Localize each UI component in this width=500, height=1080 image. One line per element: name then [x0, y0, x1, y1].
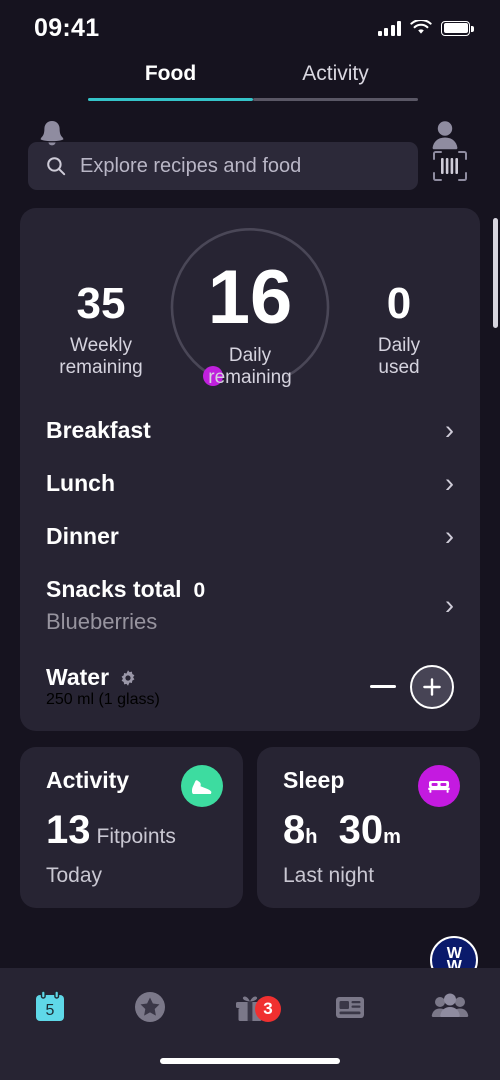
search-placeholder: Explore recipes and food — [80, 154, 302, 177]
daily-remaining-label-line2: remaining — [208, 367, 292, 389]
activity-tile[interactable]: Activity 13 Fitpoints Today — [20, 747, 243, 908]
sleep-tile[interactable]: Sleep 8h 30m Last night — [257, 747, 480, 908]
activity-fitpoints-value: 13 — [46, 808, 91, 852]
search-row: Explore recipes and food — [0, 142, 500, 190]
daily-used-label-line2: used — [378, 357, 420, 379]
nav-item-rewards[interactable]: 3 — [200, 988, 300, 1026]
tab-food[interactable]: Food — [88, 56, 253, 98]
status-bar-icons — [377, 20, 474, 36]
weekly-remaining-label: Weekly remaining — [46, 335, 156, 380]
snacks-title-row: Snacks total 0 — [46, 576, 205, 603]
battery-icon — [441, 20, 474, 36]
meal-row-dinner[interactable]: Dinner › — [46, 510, 454, 563]
water-title: Water — [46, 664, 110, 690]
meal-title-snacks: Snacks total — [46, 576, 182, 602]
home-indicator — [160, 1058, 340, 1064]
daily-used-label: Daily used — [344, 335, 454, 380]
wifi-icon — [410, 20, 432, 34]
news-article-icon — [336, 997, 364, 1018]
bottom-nav: 5 3 — [0, 968, 500, 1080]
sleep-minutes-unit: m — [383, 826, 401, 848]
sleep-tile-value-row: 8h 30m — [283, 810, 458, 850]
running-shoe-icon — [181, 765, 223, 807]
chevron-right-icon: › — [445, 521, 454, 551]
water-title-row: Water — [46, 664, 160, 691]
status-bar: 09:41 — [0, 0, 500, 56]
sleep-tile-footer: Last night — [283, 864, 375, 887]
meal-title-breakfast: Breakfast — [46, 417, 151, 443]
stat-weekly-remaining: 35 Weekly remaining — [46, 224, 156, 380]
water-text-block: Water 250 ml (1 glass) — [46, 664, 160, 709]
chevron-right-icon: › — [445, 468, 454, 498]
summary-tiles: Activity 13 Fitpoints Today Sleep 8h 30m … — [20, 747, 480, 908]
points-ring: 35 Weekly remaining 16 Daily remaining 0 — [46, 224, 454, 404]
weekly-remaining-value: 35 — [76, 279, 126, 328]
people-group-icon — [431, 993, 469, 1017]
daily-used-value: 0 — [386, 279, 412, 328]
daily-remaining-label-line1: Daily — [228, 345, 272, 366]
activity-tile-value-row: 13 Fitpoints — [46, 810, 221, 850]
tab-activity[interactable]: Activity — [253, 56, 418, 98]
snacks-text-block: Snacks total 0 Blueberries — [46, 576, 205, 635]
status-bar-clock: 09:41 — [34, 13, 100, 42]
tab-underline-inactive — [253, 98, 418, 101]
page-scrollbar[interactable] — [493, 218, 498, 328]
daily-remaining-value: 16 — [207, 255, 293, 340]
meal-title-lunch: Lunch — [46, 470, 115, 496]
meal-row-breakfast[interactable]: Breakfast › — [46, 404, 454, 457]
sleep-minutes-value: 30 — [338, 808, 384, 852]
chevron-right-icon: › — [445, 415, 454, 445]
profile-avatar-icon[interactable] — [428, 118, 462, 157]
daily-remaining-label: Daily remaining — [175, 345, 325, 390]
star-circle-icon — [135, 992, 165, 1022]
nav-item-community[interactable] — [400, 988, 500, 1026]
points-stats: 35 Weekly remaining 16 Daily remaining 0 — [46, 224, 454, 404]
meal-row-snacks[interactable]: Snacks total 0 Blueberries › — [46, 563, 454, 648]
gear-icon[interactable] — [119, 669, 137, 687]
meal-title-dinner: Dinner — [46, 523, 119, 549]
weekly-label-line2: remaining — [59, 357, 143, 379]
search-input[interactable]: Explore recipes and food — [28, 142, 418, 190]
meal-row-lunch[interactable]: Lunch › — [46, 457, 454, 510]
top-tabs: Food Activity — [88, 56, 418, 101]
rewards-badge: 3 — [255, 996, 281, 1022]
tab-underline-active — [88, 98, 253, 101]
chevron-right-icon: › — [445, 590, 454, 620]
stat-daily-remaining: 16 Daily remaining — [175, 224, 325, 390]
water-row: Water 250 ml (1 glass) — [46, 648, 454, 709]
app-header: Food Activity — [0, 56, 500, 150]
calendar-icon: 5 — [36, 990, 64, 1021]
activity-tile-footer: Today — [46, 864, 103, 887]
water-amount: 250 ml (1 glass) — [46, 691, 160, 708]
nav-item-articles[interactable] — [300, 988, 400, 1026]
calendar-day-number: 5 — [46, 1002, 55, 1019]
nav-item-calendar[interactable]: 5 — [0, 988, 100, 1026]
search-icon — [47, 157, 66, 176]
plus-icon — [423, 677, 441, 696]
weekly-label-line1: Weekly — [70, 335, 132, 356]
sleep-hours-unit: h — [305, 826, 318, 848]
bed-icon — [418, 765, 460, 807]
daily-used-label-line1: Daily — [377, 335, 421, 356]
notification-bell-icon[interactable] — [36, 118, 68, 157]
app-screen: 09:41 Food Activity Explore recipes and … — [0, 0, 500, 1080]
bottom-nav-items: 5 3 — [0, 968, 500, 1046]
snacks-subtitle: Blueberries — [46, 609, 158, 634]
stat-daily-used: 0 Daily used — [344, 224, 454, 380]
activity-fitpoints-unit: Fitpoints — [96, 825, 176, 848]
signal-bars-icon — [377, 20, 401, 36]
sleep-hours-value: 8 — [283, 808, 306, 852]
nav-item-favorites[interactable] — [100, 988, 200, 1026]
food-summary-card: 35 Weekly remaining 16 Daily remaining 0 — [20, 208, 480, 731]
tab-underline — [88, 98, 418, 101]
water-controls — [370, 664, 454, 709]
snacks-count: 0 — [193, 579, 206, 602]
water-increase-button[interactable] — [410, 664, 454, 709]
water-decrease-button[interactable] — [370, 685, 396, 688]
